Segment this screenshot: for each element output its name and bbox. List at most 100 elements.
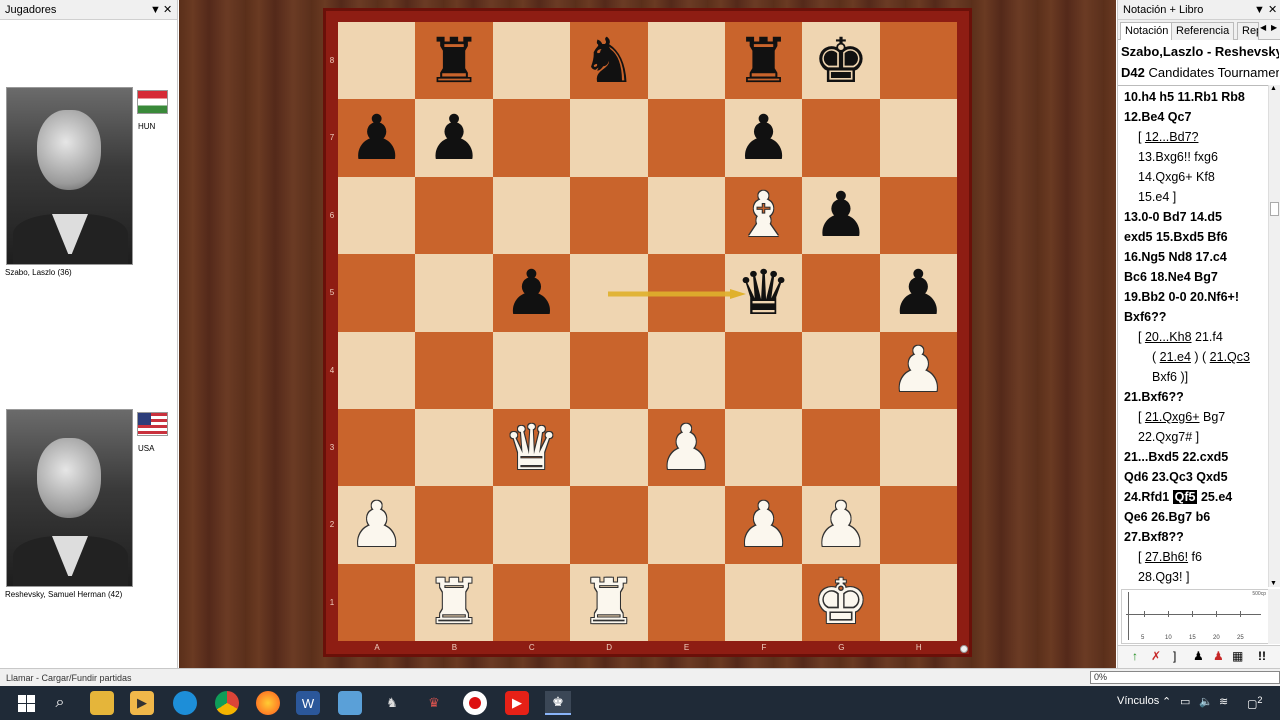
board-icon[interactable]: ▦ [1232,649,1243,663]
square-c5[interactable]: ♟ [492,254,571,332]
square-d8[interactable]: ♞ [570,22,648,100]
black-king-piece[interactable]: ♚ [813,29,869,92]
notation-scrollbar[interactable]: ▲ ▼ [1268,85,1280,587]
square-c6[interactable] [492,176,571,255]
file-explorer-icon[interactable] [90,691,114,715]
square-b4[interactable] [415,331,493,409]
square-a1[interactable] [338,563,416,641]
notation-line[interactable]: [ 20...Kh8 21.f4 [1138,327,1223,347]
tray-chevron-icon[interactable]: ⌃ [1162,695,1171,708]
firefox-icon[interactable] [256,691,280,715]
white-pawn-piece[interactable]: ♟ [891,339,947,401]
wifi-icon[interactable]: ≋ [1219,695,1228,708]
square-b8[interactable]: ♜ [415,22,493,100]
tab-referencia[interactable]: Referencia [1171,22,1235,40]
notation-line[interactable]: 28.Qg3! ] [1138,567,1189,587]
square-b6[interactable] [415,176,493,255]
square-f8[interactable]: ♜ [724,22,803,100]
square-d3[interactable] [570,408,648,487]
square-f3[interactable] [724,408,803,487]
graph-scrollbar[interactable] [1268,589,1280,644]
notation-line[interactable]: 21.Bxf6?? [1124,387,1184,407]
black-piece-icon[interactable]: ♟ [1193,649,1204,663]
black-knight-piece[interactable]: ♞ [581,29,637,92]
white-pawn-piece[interactable]: ♟ [813,493,869,556]
exclaim-icon[interactable]: !! [1258,649,1266,663]
square-d1[interactable]: ♜ [570,563,648,641]
chrome-icon[interactable] [215,691,239,715]
square-e1[interactable] [647,563,725,641]
notes-app-icon[interactable] [338,691,362,715]
white-rook-piece[interactable]: ♜ [581,571,637,633]
square-c3[interactable]: ♛ [492,408,571,487]
current-move[interactable]: Qf5 [1172,490,1198,504]
square-h5[interactable]: ♟ [879,254,957,332]
notation-line[interactable]: Qd6 23.Qc3 Qxd5 [1124,467,1228,487]
square-g2[interactable]: ♟ [802,486,880,564]
notation-line[interactable]: [ 12...Bd7? [1138,127,1198,147]
black-pawn-piece[interactable]: ♟ [813,184,869,246]
square-f2[interactable]: ♟ [724,486,803,564]
square-a7[interactable]: ♟ [338,99,416,177]
notation-line[interactable]: Bxf6 )] [1152,367,1188,387]
notation-line[interactable]: [ 21.Qxg6+ Bg7 [1138,407,1225,427]
square-e4[interactable] [647,331,725,409]
notation-line[interactable]: Bc6 18.Ne4 Bg7 [1124,267,1218,287]
square-g1[interactable]: ♚ [802,563,880,641]
black-pawn-piece[interactable]: ♟ [349,107,405,169]
evaluation-graph[interactable]: 500cp 5 10 15 20 25 [1121,589,1270,644]
square-e2[interactable] [647,486,725,564]
square-h6[interactable] [879,176,957,255]
panel-menu-icon[interactable]: ▼ [150,0,161,20]
notation-list[interactable]: 10.h4 h5 11.Rb1 Rb8 12.Be4 Qc7[ 12...Bd7?… [1118,85,1268,587]
green-arrow-icon[interactable]: ↑ [1132,649,1138,663]
word-icon[interactable]: W [296,691,320,715]
black-pawn-piece[interactable]: ♟ [736,107,792,169]
square-g4[interactable] [802,331,880,409]
square-e7[interactable] [647,99,725,177]
notation-line[interactable]: Qe6 26.Bg7 b6 [1124,507,1210,527]
square-f7[interactable]: ♟ [724,99,803,177]
notation-line[interactable]: 15.e4 ] [1138,187,1176,207]
square-d4[interactable] [570,331,648,409]
square-h2[interactable] [879,486,957,564]
square-a6[interactable] [338,176,416,255]
tab-notacion[interactable]: Notación [1120,22,1174,40]
square-e6[interactable] [647,176,725,255]
tab-rep[interactable]: Rep [1237,22,1259,40]
square-h7[interactable] [879,99,957,177]
square-h1[interactable] [879,563,957,641]
square-g7[interactable] [802,99,880,177]
square-e3[interactable]: ♟ [647,408,725,487]
square-d7[interactable] [570,99,648,177]
tab-scroll-left-icon[interactable]: ◀ [1260,23,1266,32]
square-c4[interactable] [492,331,571,409]
square-c2[interactable] [492,486,571,564]
notation-line[interactable]: 13.Bxg6!! fxg6 [1138,147,1218,167]
notation-line[interactable]: 10.h4 h5 11.Rb1 Rb8 [1124,87,1245,107]
chessbase-active-icon[interactable]: ♚ [545,691,571,715]
notation-line[interactable]: Bxf6?? [1124,307,1166,327]
white-rook-piece[interactable]: ♜ [426,571,482,633]
media-player-icon[interactable]: ▶ [130,691,154,715]
square-f4[interactable] [724,331,803,409]
square-g8[interactable]: ♚ [802,22,880,100]
notification-icon[interactable]: ▢2 [1247,695,1263,711]
notation-line[interactable]: [ 27.Bh6! f6 [1138,547,1202,567]
volume-icon[interactable]: 🔈 [1199,695,1213,708]
panel-menu-icon[interactable]: ▼ [1254,0,1265,20]
square-a3[interactable] [338,408,416,487]
black-rook-piece[interactable]: ♜ [736,29,792,92]
tab-scroll-right-icon[interactable]: ▶ [1271,23,1277,32]
app-icon[interactable]: ♛ [422,691,446,715]
square-d6[interactable] [570,176,648,255]
square-b5[interactable] [415,254,493,332]
square-c1[interactable] [492,563,571,641]
notation-line[interactable]: 14.Qxg6+ Kf8 [1138,167,1215,187]
record-icon[interactable] [463,691,487,715]
tray-links-label[interactable]: Vínculos [1117,695,1159,707]
notation-line[interactable]: exd5 15.Bxd5 Bf6 [1124,227,1228,247]
notation-line[interactable]: 24.Rfd1 Qf5 25.e4 [1124,487,1232,507]
square-a2[interactable]: ♟ [338,486,416,564]
square-g6[interactable]: ♟ [802,176,880,255]
